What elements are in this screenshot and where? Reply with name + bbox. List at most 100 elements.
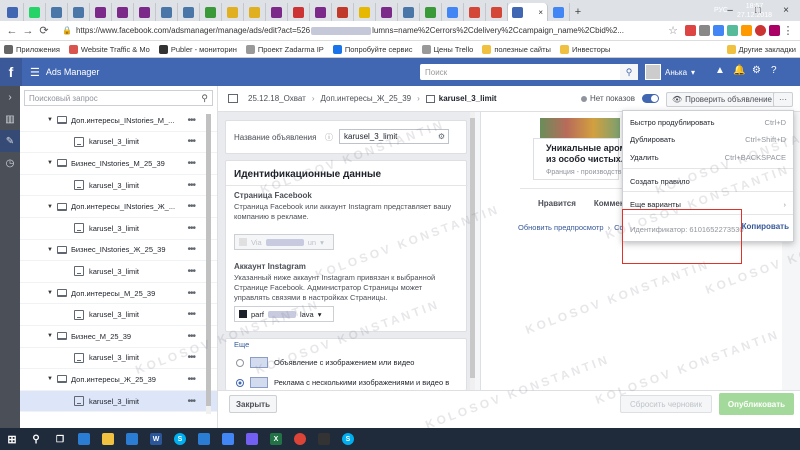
browser-tab[interactable] (486, 3, 508, 21)
triangle-down-icon[interactable]: ▼ (47, 117, 57, 123)
triangle-down-icon[interactable]: ▼ (47, 290, 57, 296)
skype-icon[interactable]: S (336, 428, 360, 450)
triangle-down-icon[interactable]: ▼ (47, 247, 57, 253)
menu-item[interactable]: Быстро продублировать Ctrl+D (630, 115, 786, 129)
breadcrumb-campaign[interactable]: 25.12.18_Охват › (248, 94, 315, 103)
edge-icon[interactable] (72, 428, 96, 450)
breadcrumb-adset[interactable]: Доп.интересы_Ж_25_39 › (321, 94, 420, 103)
browser-tab[interactable] (354, 3, 376, 21)
tree-ad-row[interactable]: karusel_3_limit ••• (20, 261, 217, 283)
extension-icon[interactable] (727, 25, 738, 36)
more-link[interactable]: Еще (234, 340, 249, 349)
tree-ad-row[interactable]: karusel_3_limit ••• (20, 390, 217, 413)
profile-icon[interactable] (769, 25, 780, 36)
more-dots-icon[interactable]: ••• (187, 158, 195, 169)
browser-tab[interactable] (398, 3, 420, 21)
chrome-icon[interactable] (288, 428, 312, 450)
more-dots-icon[interactable]: ••• (187, 244, 195, 255)
tree-adset-row[interactable]: ▼ Доп.интересы_INstories_Ж_... ••• (20, 196, 217, 218)
close-icon[interactable]: × (772, 0, 800, 21)
other-bookmarks[interactable]: Другие закладки (726, 44, 796, 54)
browser-tab[interactable] (156, 3, 178, 21)
more-dots-icon[interactable]: ••• (187, 180, 195, 191)
reports-icon[interactable]: ▥ (0, 108, 20, 130)
browser-tab[interactable] (310, 3, 332, 21)
bookmark-item[interactable]: Website Traffic & Mo (68, 44, 150, 54)
browser-tab[interactable] (200, 3, 222, 21)
browser-tab[interactable] (222, 3, 244, 21)
ad-toggle[interactable] (641, 94, 659, 103)
more-dots-icon[interactable]: ••• (187, 374, 195, 385)
tree-adset-row[interactable]: ▼ Бизнес_INstories_M_25_39 ••• (20, 153, 217, 175)
browser-tab[interactable] (178, 3, 200, 21)
triangle-down-icon[interactable]: ▼ (47, 160, 57, 166)
browser-tab[interactable] (2, 3, 24, 21)
format-option-single[interactable]: Объявление с изображением или видео (236, 357, 414, 368)
triangle-down-icon[interactable]: ▼ (47, 333, 57, 339)
radio-button[interactable] (236, 378, 244, 387)
close-button[interactable]: Закрыть (229, 395, 277, 413)
history-clock-icon[interactable]: ◷ (0, 152, 20, 174)
breadcrumb-ad[interactable]: karusel_3_limit (425, 94, 497, 103)
search-icon[interactable]: ⚲ (620, 64, 638, 80)
gear-icon[interactable]: ⚙ (438, 132, 445, 141)
search-icon[interactable]: ⚲ (24, 428, 48, 450)
more-dots-icon[interactable]: ••• (187, 266, 195, 277)
browser-tab[interactable] (68, 3, 90, 21)
ad-name-input[interactable]: karusel_3_limit ⚙ (339, 129, 449, 144)
tree-adset-row[interactable]: ▼ Доп.интересы_INstories_M_... ••• (20, 110, 217, 132)
browser-tab[interactable] (266, 3, 288, 21)
menu-dots-icon[interactable]: ⋮ (780, 24, 796, 37)
collapse-icon[interactable]: › (0, 86, 20, 108)
viber-icon[interactable] (240, 428, 264, 450)
tree-adset-row[interactable]: ▼ Бизнес_INstories_Ж_25_39 ••• (20, 240, 217, 262)
bookmark-item[interactable]: полезные сайты (482, 44, 551, 54)
hamburger-icon[interactable]: ☰ (30, 66, 40, 79)
store-icon[interactable] (120, 428, 144, 450)
bookmark-item[interactable]: Проект Zadarma IP (245, 44, 324, 54)
browser-tab[interactable] (332, 3, 354, 21)
more-dots-icon[interactable]: ••• (187, 288, 195, 299)
browser-tab[interactable] (112, 3, 134, 21)
extension-icon[interactable] (699, 25, 710, 36)
close-icon[interactable]: × (538, 8, 543, 17)
new-tab-icon[interactable]: + (570, 3, 586, 21)
browser-tab[interactable] (288, 3, 310, 21)
more-dots-icon[interactable]: ••• (187, 115, 195, 126)
menu-item[interactable]: Дублировать Ctrl+Shift+D (630, 132, 786, 146)
fb-page-select[interactable]: Via un ▾ (234, 234, 334, 250)
skype-icon[interactable]: S (168, 428, 192, 450)
tree-adset-row[interactable]: ▼ Бизнес_M_25_39 ••• (20, 326, 217, 348)
browser-tab[interactable] (24, 3, 46, 21)
extension-icon[interactable] (685, 25, 696, 36)
tree-ad-row[interactable]: karusel_3_limit ••• (20, 175, 217, 197)
reload-icon[interactable]: ⟳ (36, 24, 52, 37)
task-view-icon[interactable]: ❐ (48, 428, 72, 450)
browser-tab[interactable] (420, 3, 442, 21)
tree-ad-row[interactable]: karusel_3_limit ••• (20, 132, 217, 154)
address-bar[interactable]: 🔒 https://www.facebook.com/adsmanager/ma… (58, 23, 662, 38)
preview-like[interactable]: Нравится (538, 199, 576, 208)
forward-icon[interactable]: → (20, 25, 36, 37)
bookmark-item[interactable]: Приложения (4, 44, 60, 54)
browser-tab[interactable] (134, 3, 156, 21)
chrome-remote-icon[interactable] (216, 428, 240, 450)
more-dots-icon[interactable]: ••• (187, 136, 195, 147)
more-dots-icon[interactable]: ••• (187, 201, 195, 212)
word-icon[interactable]: W (144, 428, 168, 450)
help-icon[interactable]: ? (771, 65, 777, 76)
copy-button[interactable]: Копировать (742, 222, 789, 231)
language-indicator[interactable]: РУС (714, 7, 728, 14)
tree-ad-row[interactable]: karusel_3_limit ••• (20, 304, 217, 326)
windows-start-icon[interactable]: ⊞ (0, 428, 24, 450)
menu-item[interactable]: Создать правило (630, 174, 786, 188)
bell-icon[interactable]: 🔔 (733, 65, 745, 76)
bookmark-item[interactable]: Цены Trello (421, 44, 473, 54)
more-options-button[interactable]: ··· (773, 92, 793, 107)
excel-icon[interactable]: X (264, 428, 288, 450)
extension-icon[interactable] (713, 25, 724, 36)
menu-item[interactable]: Удалить Ctrl+BACKSPACE (630, 150, 786, 164)
browser-tab[interactable] (442, 3, 464, 21)
edge-icon[interactable] (192, 428, 216, 450)
more-dots-icon[interactable]: ••• (187, 396, 195, 407)
